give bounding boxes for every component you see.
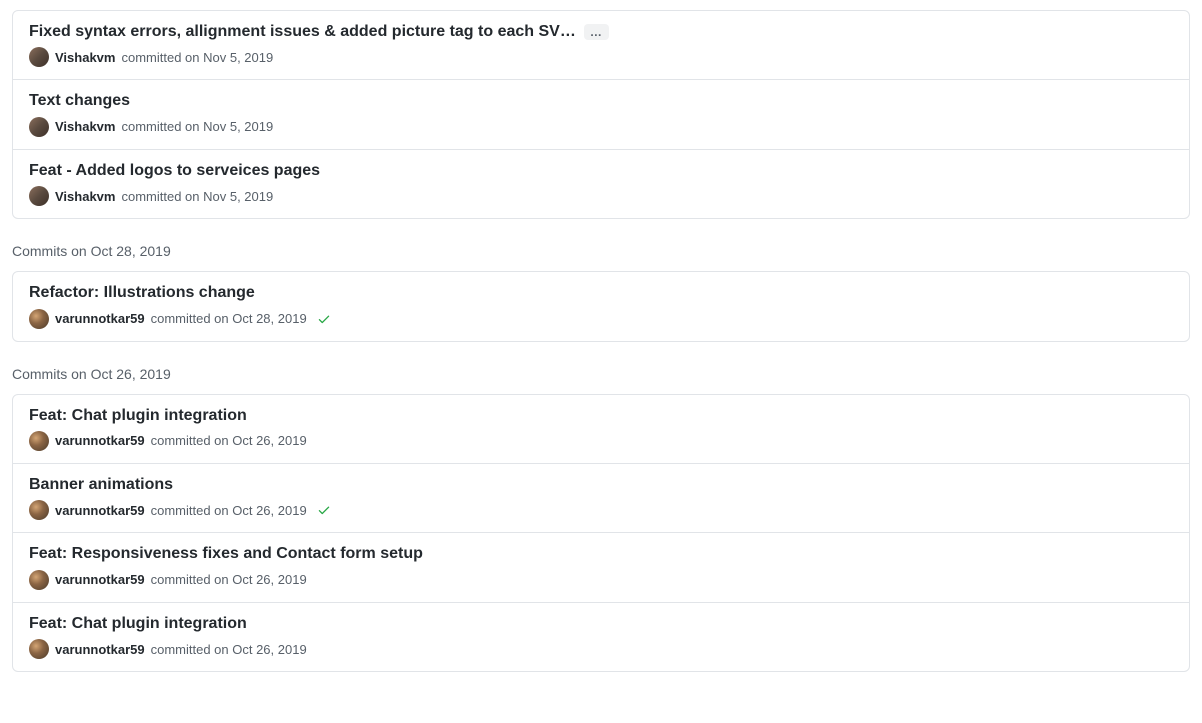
commit-item: Banner animations varunnotkar59 committed … — [13, 464, 1189, 533]
committed-text: committed on Oct 28, 2019 — [151, 311, 307, 326]
author-link[interactable]: varunnotkar59 — [55, 642, 145, 657]
status-check-icon[interactable] — [317, 312, 331, 326]
commit-title-link[interactable]: Feat - Added logos to serveices pages — [29, 160, 320, 182]
committed-text: committed on Oct 26, 2019 — [151, 433, 307, 448]
commit-group: Fixed syntax errors, allignment issues &… — [12, 10, 1190, 219]
author-avatar[interactable] — [29, 500, 49, 520]
author-link[interactable]: varunnotkar59 — [55, 572, 145, 587]
committed-text: committed on Nov 5, 2019 — [121, 119, 273, 134]
author-link[interactable]: Vishakvm — [55, 189, 115, 204]
author-link[interactable]: varunnotkar59 — [55, 503, 145, 518]
author-avatar[interactable] — [29, 309, 49, 329]
author-avatar[interactable] — [29, 431, 49, 451]
commit-title-link[interactable]: Text changes — [29, 90, 130, 112]
author-avatar[interactable] — [29, 47, 49, 67]
author-avatar[interactable] — [29, 186, 49, 206]
commit-title-link[interactable]: Fixed syntax errors, allignment issues &… — [29, 21, 576, 43]
commit-item: Text changes Vishakvm committed on Nov 5, … — [13, 80, 1189, 149]
committed-text: committed on Oct 26, 2019 — [151, 642, 307, 657]
commit-meta: varunnotkar59 committed on Oct 26, 2019 — [29, 500, 1173, 520]
commit-title-row: Refactor: Illustrations change — [29, 282, 1173, 304]
committed-text: committed on Nov 5, 2019 — [121, 189, 273, 204]
commit-meta: varunnotkar59 committed on Oct 26, 2019 — [29, 639, 1173, 659]
commit-title-link[interactable]: Feat: Chat plugin integration — [29, 613, 247, 635]
commit-title-row: Fixed syntax errors, allignment issues &… — [29, 21, 1173, 43]
commit-date-header: Commits on Oct 28, 2019 — [12, 243, 1190, 259]
commit-title-row: Feat - Added logos to serveices pages — [29, 160, 1173, 182]
author-link[interactable]: varunnotkar59 — [55, 433, 145, 448]
commit-date-header: Commits on Oct 26, 2019 — [12, 366, 1190, 382]
status-check-icon[interactable] — [317, 503, 331, 517]
commit-title-row: Feat: Chat plugin integration — [29, 405, 1173, 427]
commit-title-link[interactable]: Feat: Chat plugin integration — [29, 405, 247, 427]
commit-title-row: Text changes — [29, 90, 1173, 112]
commit-title-row: Feat: Chat plugin integration — [29, 613, 1173, 635]
author-avatar[interactable] — [29, 117, 49, 137]
commit-item: Fixed syntax errors, allignment issues &… — [13, 11, 1189, 80]
author-avatar[interactable] — [29, 570, 49, 590]
commit-item: Feat: Chat plugin integration varunnotkar… — [13, 603, 1189, 671]
commit-group: Feat: Chat plugin integration varunnotkar… — [12, 394, 1190, 673]
commit-meta: varunnotkar59 committed on Oct 28, 2019 — [29, 309, 1173, 329]
commit-item: Feat - Added logos to serveices pages Vis… — [13, 150, 1189, 218]
commits-timeline: Fixed syntax errors, allignment issues &… — [12, 10, 1190, 672]
author-link[interactable]: varunnotkar59 — [55, 311, 145, 326]
commit-title-link[interactable]: Banner animations — [29, 474, 173, 496]
commit-title-link[interactable]: Feat: Responsiveness fixes and Contact f… — [29, 543, 423, 565]
expand-message-button[interactable]: … — [584, 24, 609, 40]
committed-text: committed on Oct 26, 2019 — [151, 503, 307, 518]
commit-meta: Vishakvm committed on Nov 5, 2019 — [29, 117, 1173, 137]
commit-title-link[interactable]: Refactor: Illustrations change — [29, 282, 255, 304]
author-link[interactable]: Vishakvm — [55, 50, 115, 65]
commit-item: Feat: Responsiveness fixes and Contact f… — [13, 533, 1189, 602]
commit-item: Refactor: Illustrations change varunnotka… — [13, 272, 1189, 340]
commit-group: Refactor: Illustrations change varunnotka… — [12, 271, 1190, 341]
committed-text: committed on Nov 5, 2019 — [121, 50, 273, 65]
commit-title-row: Feat: Responsiveness fixes and Contact f… — [29, 543, 1173, 565]
commit-meta: varunnotkar59 committed on Oct 26, 2019 — [29, 570, 1173, 590]
commit-title-row: Banner animations — [29, 474, 1173, 496]
author-avatar[interactable] — [29, 639, 49, 659]
commit-meta: varunnotkar59 committed on Oct 26, 2019 — [29, 431, 1173, 451]
commit-meta: Vishakvm committed on Nov 5, 2019 — [29, 186, 1173, 206]
committed-text: committed on Oct 26, 2019 — [151, 572, 307, 587]
commit-meta: Vishakvm committed on Nov 5, 2019 — [29, 47, 1173, 67]
commit-item: Feat: Chat plugin integration varunnotkar… — [13, 395, 1189, 464]
author-link[interactable]: Vishakvm — [55, 119, 115, 134]
